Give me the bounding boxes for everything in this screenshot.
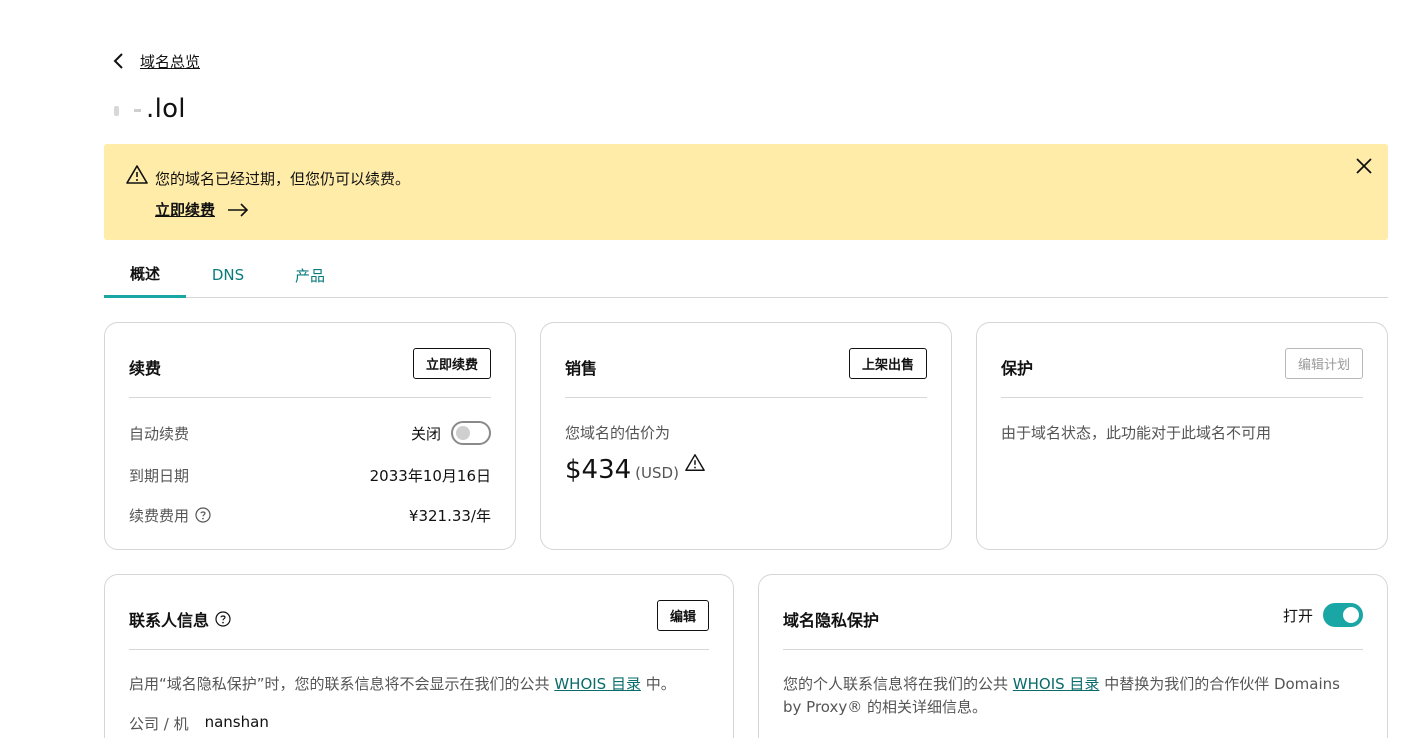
- price-amount: $434: [565, 455, 632, 485]
- auto-renew-label: 自动续费: [129, 424, 190, 443]
- domain-privacy-card: 域名隐私保护 打开 您的个人联系信息将在我们的公共 WHOIS 目录 中替换为我…: [758, 574, 1388, 738]
- whois-directory-link[interactable]: WHOIS 目录: [1013, 675, 1100, 693]
- expiry-label: 到期日期: [129, 466, 190, 485]
- protection-card: 保护 编辑计划 由于域名状态，此功能对于此域名不可用: [976, 322, 1388, 550]
- chevron-left-icon[interactable]: [108, 50, 130, 72]
- contact-card-title: 联系人信息: [129, 607, 231, 631]
- edit-contact-button[interactable]: 编辑: [656, 600, 709, 631]
- contact-desc-tail: 中。: [640, 675, 676, 693]
- privacy-description: 您的个人联系信息将在我们的公共 WHOIS 目录 中替换为我们的合作伙伴 Dom…: [783, 673, 1363, 719]
- renewal-fee-label: 续费费用: [129, 506, 190, 525]
- help-icon[interactable]: [215, 611, 231, 627]
- auto-renew-value: 关闭: [411, 421, 491, 445]
- sale-card: 销售 上架出售 您域名的估价为 $434 (USD): [540, 322, 952, 550]
- close-icon[interactable]: [1352, 154, 1376, 178]
- divider: [783, 649, 1363, 650]
- renew-now-link[interactable]: 立即续费: [155, 199, 249, 220]
- renewal-fee-label-wrap: 续费费用: [129, 505, 211, 526]
- estimate-label: 您域名的估价为: [565, 424, 671, 442]
- divider: [129, 397, 491, 398]
- divider: [129, 649, 709, 650]
- tab-dns[interactable]: DNS: [186, 252, 270, 298]
- renewal-card-title: 续费: [129, 359, 162, 378]
- privacy-card-title: 域名隐私保护: [783, 611, 880, 630]
- page-title: .lol: [108, 94, 186, 124]
- estimated-price: $434 (USD): [565, 453, 705, 485]
- warning-icon[interactable]: [685, 453, 705, 473]
- auto-renew-status: 关闭: [410, 424, 441, 443]
- back-to-domains-link[interactable]: 域名总览: [140, 51, 200, 72]
- expiry-row: 到期日期 2033年10月16日: [129, 463, 491, 487]
- whois-directory-link[interactable]: WHOIS 目录: [554, 675, 641, 693]
- contact-desc-text: 启用“域名隐私保护”时，您的联系信息将不会显示在我们的公共: [129, 675, 555, 693]
- redacted-domain-name: [108, 96, 146, 123]
- tab-products[interactable]: 产品: [270, 252, 350, 298]
- list-for-sale-button[interactable]: 上架出售: [848, 348, 927, 379]
- divider: [565, 397, 927, 398]
- auto-renew-toggle[interactable]: [451, 421, 491, 445]
- company-row: 公司 / 机 nanshan: [129, 713, 269, 734]
- privacy-desc-text: 您的个人联系信息将在我们的公共: [783, 675, 1013, 693]
- renewal-fee-row: 续费费用 ¥321.33/年: [129, 503, 491, 527]
- company-value: nanshan: [204, 713, 269, 731]
- privacy-status: 打开: [1283, 603, 1363, 627]
- protection-card-title: 保护: [1001, 359, 1034, 378]
- domain-suffix: .lol: [146, 94, 186, 124]
- contact-description: 启用“域名隐私保护”时，您的联系信息将不会显示在我们的公共 WHOIS 目录 中…: [129, 673, 709, 696]
- tab-bar: 概述 DNS 产品: [104, 252, 1388, 298]
- warning-icon: [126, 164, 148, 186]
- arrow-right-icon: [227, 202, 249, 217]
- company-label: 公司 / 机: [129, 715, 189, 733]
- tab-overview[interactable]: 概述: [104, 252, 186, 298]
- renewal-card: 续费 立即续费 自动续费 关闭 到期日期 2033年10月16日 续费费用 ¥3…: [104, 322, 516, 550]
- alert-message: 您的域名已经过期，但您仍可以续费。: [155, 170, 411, 188]
- renew-now-link-label: 立即续费: [155, 201, 216, 219]
- help-icon[interactable]: [195, 507, 211, 523]
- sale-card-title: 销售: [565, 359, 598, 378]
- protection-unavailable-message: 由于域名状态，此功能对于此域名不可用: [1001, 424, 1272, 442]
- breadcrumb: 域名总览: [108, 50, 200, 72]
- contact-info-card: 联系人信息 编辑 启用“域名隐私保护”时，您的联系信息将不会显示在我们的公共 W…: [104, 574, 734, 738]
- privacy-status-label: 打开: [1282, 606, 1313, 625]
- auto-renew-row: 自动续费 关闭: [129, 421, 491, 445]
- divider: [1001, 397, 1363, 398]
- renewal-fee-value: ¥321.33/年: [408, 506, 491, 525]
- contact-card-title-text: 联系人信息: [129, 611, 210, 630]
- expired-alert-banner: 您的域名已经过期，但您仍可以续费。 立即续费: [104, 144, 1388, 240]
- privacy-toggle[interactable]: [1323, 603, 1363, 627]
- expiry-value: 2033年10月16日: [369, 466, 491, 485]
- renew-now-button[interactable]: 立即续费: [412, 348, 491, 379]
- price-currency: (USD): [635, 464, 679, 482]
- edit-plan-button[interactable]: 编辑计划: [1284, 348, 1363, 379]
